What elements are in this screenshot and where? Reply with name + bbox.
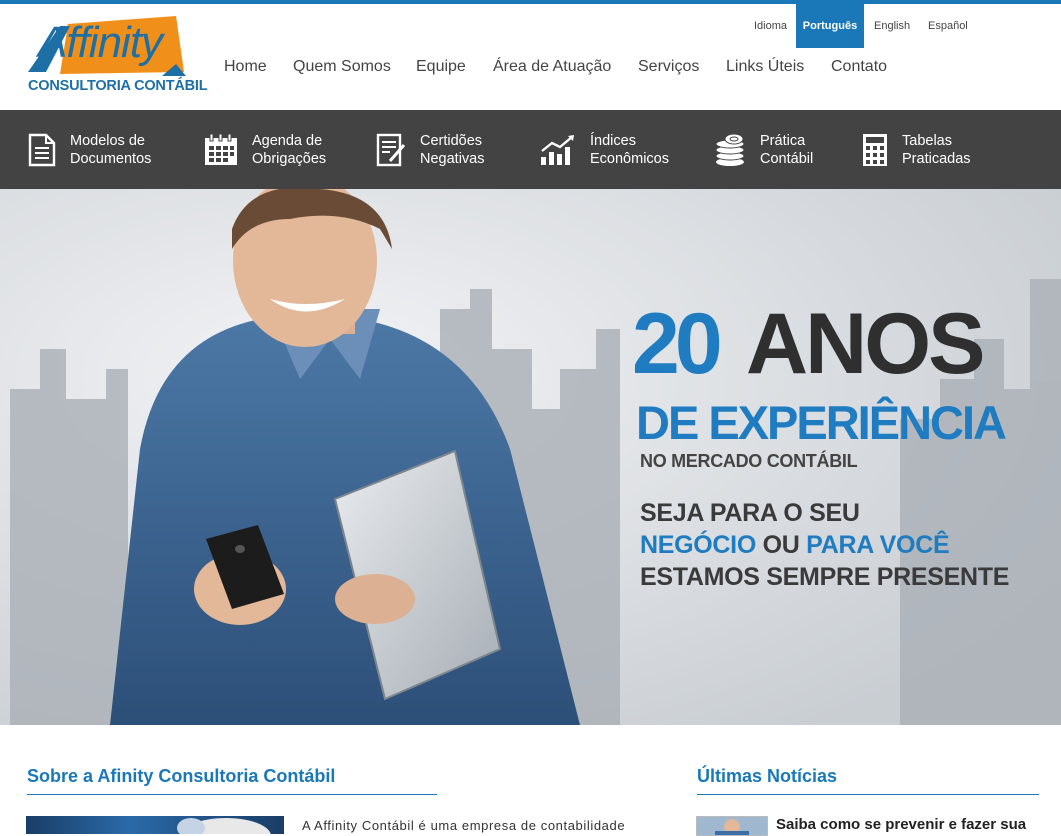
hero-banner[interactable]: 20 ANOS DE EXPERIÊNCIA NO MERCADO CONTÁB… bbox=[0, 189, 1061, 725]
calendar-icon bbox=[205, 133, 237, 165]
quick-links-bar: Modelos de Documentos Agenda de Obrigaçõ… bbox=[0, 110, 1061, 189]
news-divider bbox=[697, 794, 1039, 795]
hero-line-3: ESTAMOS SEMPRE PRESENTE bbox=[640, 563, 1010, 591]
hero-line-2: NEGÓCIO OU PARA VOCÊ bbox=[640, 531, 950, 560]
nav-links-uteis[interactable]: Links Úteis bbox=[726, 58, 804, 76]
news-thumbnail[interactable] bbox=[696, 816, 768, 836]
tool-label: Tabelas Praticadas bbox=[902, 132, 971, 167]
hero-illustration bbox=[0, 189, 1061, 725]
tool-label: Agenda de Obrigações bbox=[252, 132, 327, 167]
about-image bbox=[26, 816, 284, 834]
tool-modelos-documentos[interactable]: Modelos de Documentos bbox=[28, 110, 151, 189]
chart-icon bbox=[541, 134, 574, 165]
hero-anos: ANOS bbox=[746, 296, 985, 392]
hero-negocio: NEGÓCIO bbox=[640, 531, 756, 559]
about-text: A Affinity Contábil é uma empresa de con… bbox=[302, 818, 626, 833]
tool-label: Índices Econômicos bbox=[590, 132, 669, 167]
language-label: Idioma bbox=[754, 20, 788, 32]
tool-label: Certidões Negativas bbox=[420, 132, 485, 167]
hero-years-number: 20 bbox=[632, 296, 723, 392]
tool-certidoes-negativas[interactable]: Certidões Negativas bbox=[376, 110, 484, 189]
nav-servicos[interactable]: Serviços bbox=[638, 58, 699, 76]
document-icon bbox=[28, 133, 56, 166]
logo-tagline: CONSULTORIA CONTÁBIL bbox=[28, 78, 208, 94]
coins-icon bbox=[715, 133, 745, 166]
hero-mercado: NO MERCADO CONTÁBIL bbox=[640, 451, 858, 471]
language-spanish[interactable]: Español bbox=[928, 4, 968, 48]
news-title: Últimas Notícias bbox=[697, 766, 838, 786]
tool-label: Modelos de Documentos bbox=[70, 132, 152, 167]
certificate-icon bbox=[376, 133, 406, 166]
tool-agenda-obrigacoes[interactable]: Agenda de Obrigações bbox=[204, 110, 326, 189]
hero-para-voce: PARA VOCÊ bbox=[806, 531, 950, 559]
about-photo bbox=[177, 818, 271, 834]
about-divider bbox=[27, 794, 437, 795]
tool-indices-economicos[interactable]: Índices Econômicos bbox=[540, 110, 669, 189]
nav-quem-somos[interactable]: Quem Somos bbox=[293, 58, 391, 76]
logo[interactable]: Affinity CONSULTORIA CONTÁBIL bbox=[26, 14, 208, 96]
tool-label: Prática Contábil bbox=[760, 132, 814, 167]
nav-equipe[interactable]: Equipe bbox=[416, 58, 466, 76]
news-item-title[interactable]: Saiba como se prevenir e fazer sua bbox=[776, 816, 1026, 833]
language-english[interactable]: English bbox=[874, 4, 910, 48]
tool-tabelas-praticadas[interactable]: Tabelas Praticadas bbox=[862, 110, 971, 189]
nav-area-de-atuacao[interactable]: Área de Atuação bbox=[493, 58, 611, 76]
about-title: Sobre a Afinity Consultoria Contábil bbox=[27, 766, 336, 786]
language-portuguese[interactable]: Português bbox=[796, 4, 864, 48]
nav-contato[interactable]: Contato bbox=[831, 58, 887, 76]
hero-experiencia: DE EXPERIÊNCIA bbox=[636, 396, 1007, 449]
logo-wordmark: Affinity bbox=[38, 18, 163, 67]
hero-line-1: SEJA PARA O SEU bbox=[640, 499, 860, 527]
nav-home[interactable]: Home bbox=[224, 58, 267, 76]
calculator-icon bbox=[863, 133, 887, 166]
hero-ou: OU bbox=[755, 531, 807, 559]
news-photo bbox=[715, 819, 749, 835]
tool-pratica-contabil[interactable]: Prática Contábil bbox=[714, 110, 813, 189]
